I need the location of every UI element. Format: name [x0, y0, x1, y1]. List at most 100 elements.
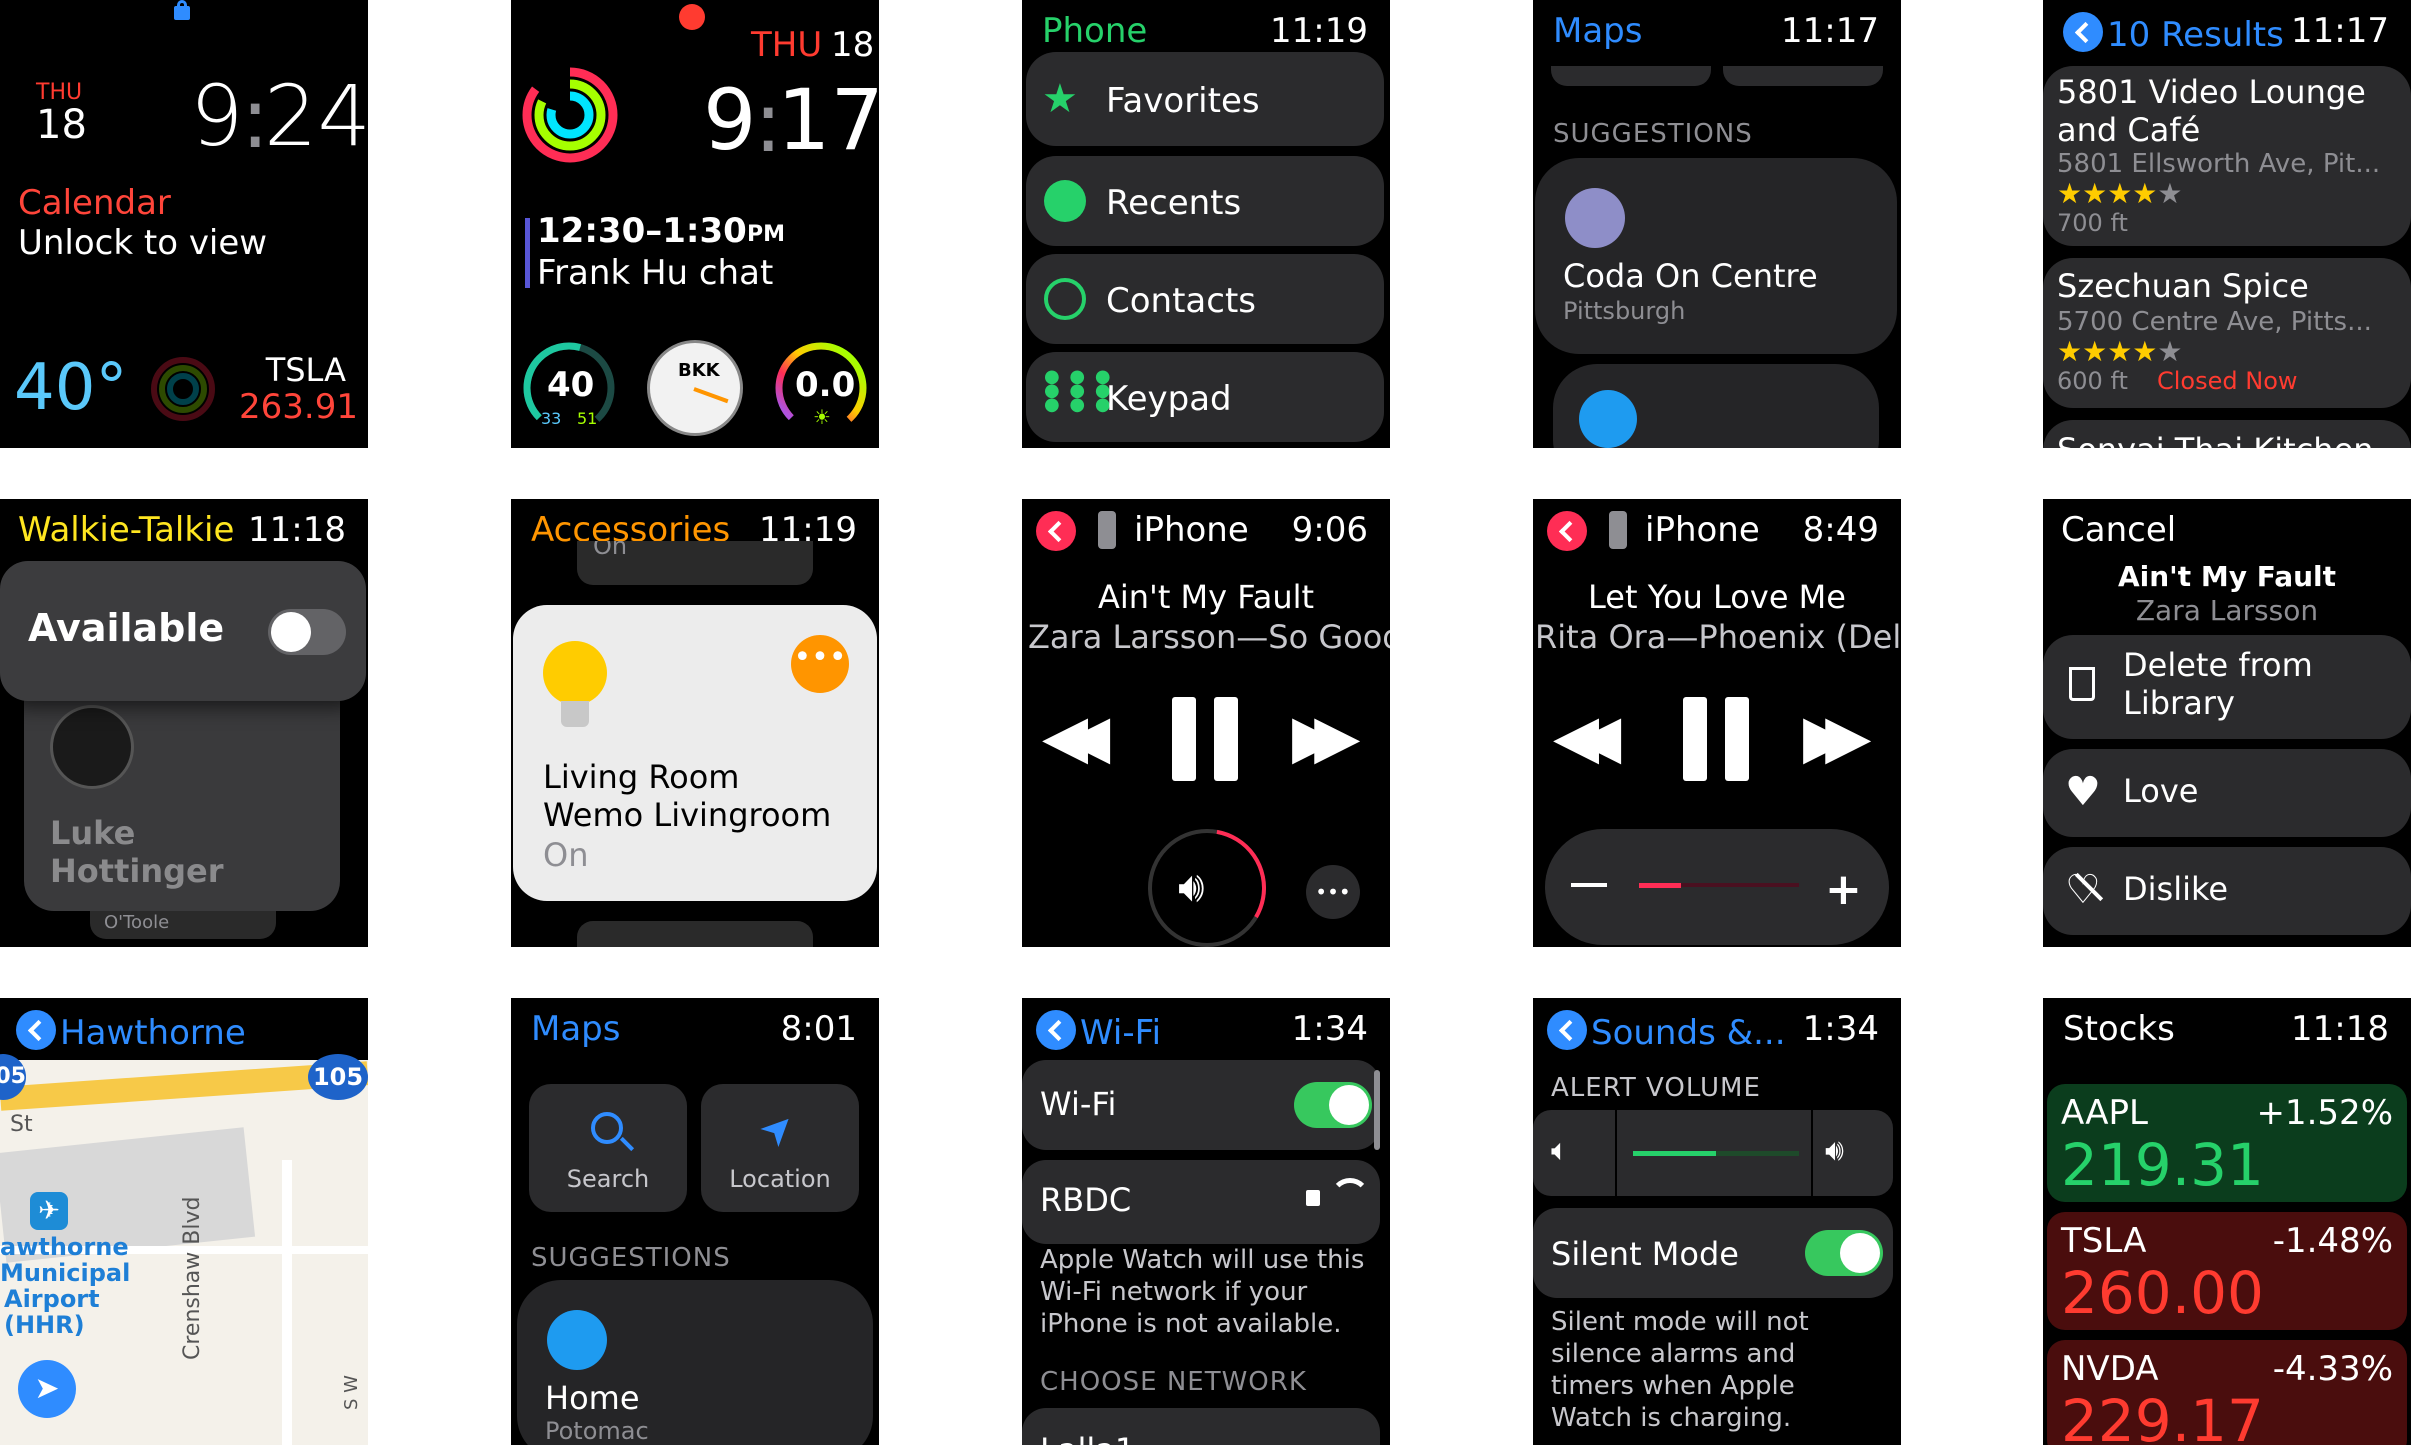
wifi-toggle-row[interactable]: Wi-Fi	[1022, 1060, 1380, 1150]
stock-item-nvda[interactable]: NVDA -4.33% 229.17	[2047, 1340, 2407, 1445]
watchface-infograph: THU 18 9 : 17 12:30–1:30 PM Frank Hu cha…	[511, 0, 879, 448]
accessory-tile-below[interactable]	[577, 921, 813, 947]
current-location-button[interactable]: ➤	[18, 1360, 76, 1418]
song-artist: Rita Ora—Phoenix (Delu	[1535, 618, 1901, 656]
search-button[interactable]: Search	[529, 1084, 687, 1212]
wifi-settings-screen: Wi-Fi 1:34 Wi-Fi RBDC Apple Watch will u…	[1022, 998, 1390, 1445]
silent-mode-toggle[interactable]	[1805, 1230, 1883, 1276]
map-area[interactable]: St 05 105 ✈ awthorne Municipal Airport (…	[0, 1054, 368, 1445]
airport-icon: ✈	[30, 1192, 68, 1230]
accessory-tile[interactable]: ••• Living Room Wemo Livingroom On	[513, 605, 877, 901]
status-time: 9:06	[1291, 510, 1368, 550]
fast-forward-button[interactable]: ▶▶	[1292, 703, 1360, 772]
pause-button[interactable]	[1683, 697, 1751, 781]
suggestion-city: Pittsburgh	[1563, 297, 1686, 325]
location-arrow-icon: ➤	[749, 1100, 806, 1158]
volume-up-icon[interactable]: +	[1825, 864, 1862, 916]
list-item-recents[interactable]: Recents	[1026, 156, 1384, 246]
song-title: Ain't My Fault	[2117, 560, 2337, 593]
airport-label-1: awthorne	[0, 1233, 129, 1261]
volume-down-icon[interactable]	[1571, 883, 1607, 887]
dislike-button[interactable]: ♡ Dislike	[2043, 847, 2411, 935]
temperature[interactable]: 40°	[14, 351, 127, 426]
stocks-screen: Stocks 11:18 AAPL +1.52% 219.31 TSLA -1.…	[2043, 998, 2411, 1445]
network-row[interactable]: Lalla1	[1022, 1408, 1380, 1445]
song-title: Ain't My Fault	[1097, 578, 1315, 616]
street-label: St	[10, 1112, 33, 1137]
location-button[interactable]: ➤ Location	[701, 1084, 859, 1212]
suggestion-sub: Potomac	[545, 1417, 649, 1445]
silent-mode-row[interactable]: Silent Mode	[1533, 1208, 1893, 1298]
contact-name: Luke	[50, 814, 136, 852]
accessory-tile-above[interactable]: On	[577, 541, 813, 585]
back-button[interactable]: Hawthorne	[16, 1010, 246, 1053]
scrollbar[interactable]	[1374, 1070, 1380, 1150]
event-title[interactable]: Frank Hu chat	[537, 253, 773, 293]
activity-rings-icon[interactable]	[521, 66, 619, 164]
world-clock-dial[interactable]: BKK	[647, 340, 743, 436]
status-time: 1:34	[1802, 1009, 1879, 1049]
stock-item-tsla[interactable]: TSLA -1.48% 260.00	[2047, 1212, 2407, 1330]
more-button[interactable]: •••	[1306, 865, 1360, 919]
volume-down-icon[interactable]: 🔈︎	[1551, 1133, 1569, 1169]
delete-from-library-button[interactable]: Delete from Library	[2043, 635, 2411, 739]
network-row[interactable]: RBDC	[1022, 1160, 1380, 1244]
uv-value: 0.0	[795, 365, 856, 405]
list-item-favorites[interactable]: ★ Favorites	[1026, 52, 1384, 146]
rewind-button[interactable]: ◀◀	[1042, 703, 1110, 772]
activity-rings-icon[interactable]	[150, 356, 216, 422]
back-button[interactable]: 10 Results	[2063, 12, 2284, 55]
date: 18	[36, 102, 87, 148]
list-item-keypad[interactable]: ● ● ● ● ● ● ● ● ● Keypad	[1026, 352, 1384, 442]
volume-up-icon[interactable]: 🔊︎	[1825, 1133, 1844, 1169]
suggestion-item-home[interactable]: Home Potomac	[517, 1280, 873, 1445]
stock-price[interactable]: 263.91	[239, 387, 358, 427]
stock-item-aapl[interactable]: AAPL +1.52% 219.31	[2047, 1084, 2407, 1202]
suggestion-item-home[interactable]	[1553, 364, 1879, 448]
now-playing-screen: iPhone 9:06 Ain't My Fault Zara Larsson—…	[1022, 499, 1390, 947]
cancel-button[interactable]: Cancel	[2061, 510, 2176, 550]
back-icon	[2063, 12, 2103, 52]
availability-row[interactable]: Available	[0, 561, 366, 701]
result-item[interactable]: Sonyai Thai Kitchen	[2043, 420, 2411, 448]
rating-stars: ★★★★★	[2057, 335, 2183, 368]
time-minutes: 17	[777, 71, 879, 169]
availability-toggle[interactable]	[268, 609, 346, 655]
info-line-1: Apple Watch will use this	[1040, 1245, 1365, 1275]
avatar	[50, 705, 134, 789]
star-icon: ★	[1042, 76, 1078, 122]
lock-shackle	[177, 0, 187, 10]
time-hours: 9	[190, 67, 244, 165]
song-title: Let You Love Me	[1588, 578, 1846, 616]
contact-icon	[1044, 278, 1086, 320]
back-button[interactable]: Sounds &...	[1547, 1010, 1786, 1053]
result-item[interactable]: Szechuan Spice 5700 Centre Ave, Pitts...…	[2043, 258, 2411, 408]
status-time: 11:18	[2291, 1009, 2389, 1049]
alert-volume-slider[interactable]: 🔈︎ 🔊︎	[1533, 1110, 1893, 1196]
back-button[interactable]	[1547, 511, 1591, 554]
calendar-title[interactable]: Calendar	[18, 183, 171, 223]
volume-slider[interactable]: +	[1545, 829, 1889, 945]
weekday: THU	[751, 25, 823, 65]
list-item-contacts[interactable]: Contacts	[1026, 254, 1384, 344]
result-item[interactable]: 5801 Video Lounge and Café 5801 Ellswort…	[2043, 66, 2411, 246]
suggestion-item[interactable]: Coda On Centre Pittsburgh	[1535, 158, 1897, 354]
love-button[interactable]: ♥ Love	[2043, 749, 2411, 837]
rewind-button[interactable]: ◀◀	[1553, 703, 1621, 772]
wifi-toggle[interactable]	[1294, 1082, 1372, 1128]
volume-button[interactable]: 🔊︎	[1148, 829, 1266, 947]
street-label-2: S W	[341, 1375, 362, 1410]
fast-forward-button[interactable]: ▶▶	[1803, 703, 1871, 772]
more-button[interactable]: •••	[791, 635, 849, 693]
app-title: Stocks	[2063, 1009, 2175, 1049]
world-clock-city: BKK	[678, 360, 720, 381]
stock-symbol[interactable]: TSLA	[266, 352, 346, 389]
event-time[interactable]: 12:30–1:30	[537, 211, 747, 251]
back-button[interactable]: Wi-Fi	[1036, 1010, 1161, 1053]
section-header: ALERT VOLUME	[1551, 1073, 1761, 1103]
pause-button[interactable]	[1172, 697, 1240, 781]
calendar-message: Unlock to view	[18, 223, 268, 263]
back-button[interactable]	[1036, 511, 1080, 554]
wifi-signal-icon	[1330, 1178, 1370, 1218]
volume-fill	[1633, 1151, 1716, 1156]
